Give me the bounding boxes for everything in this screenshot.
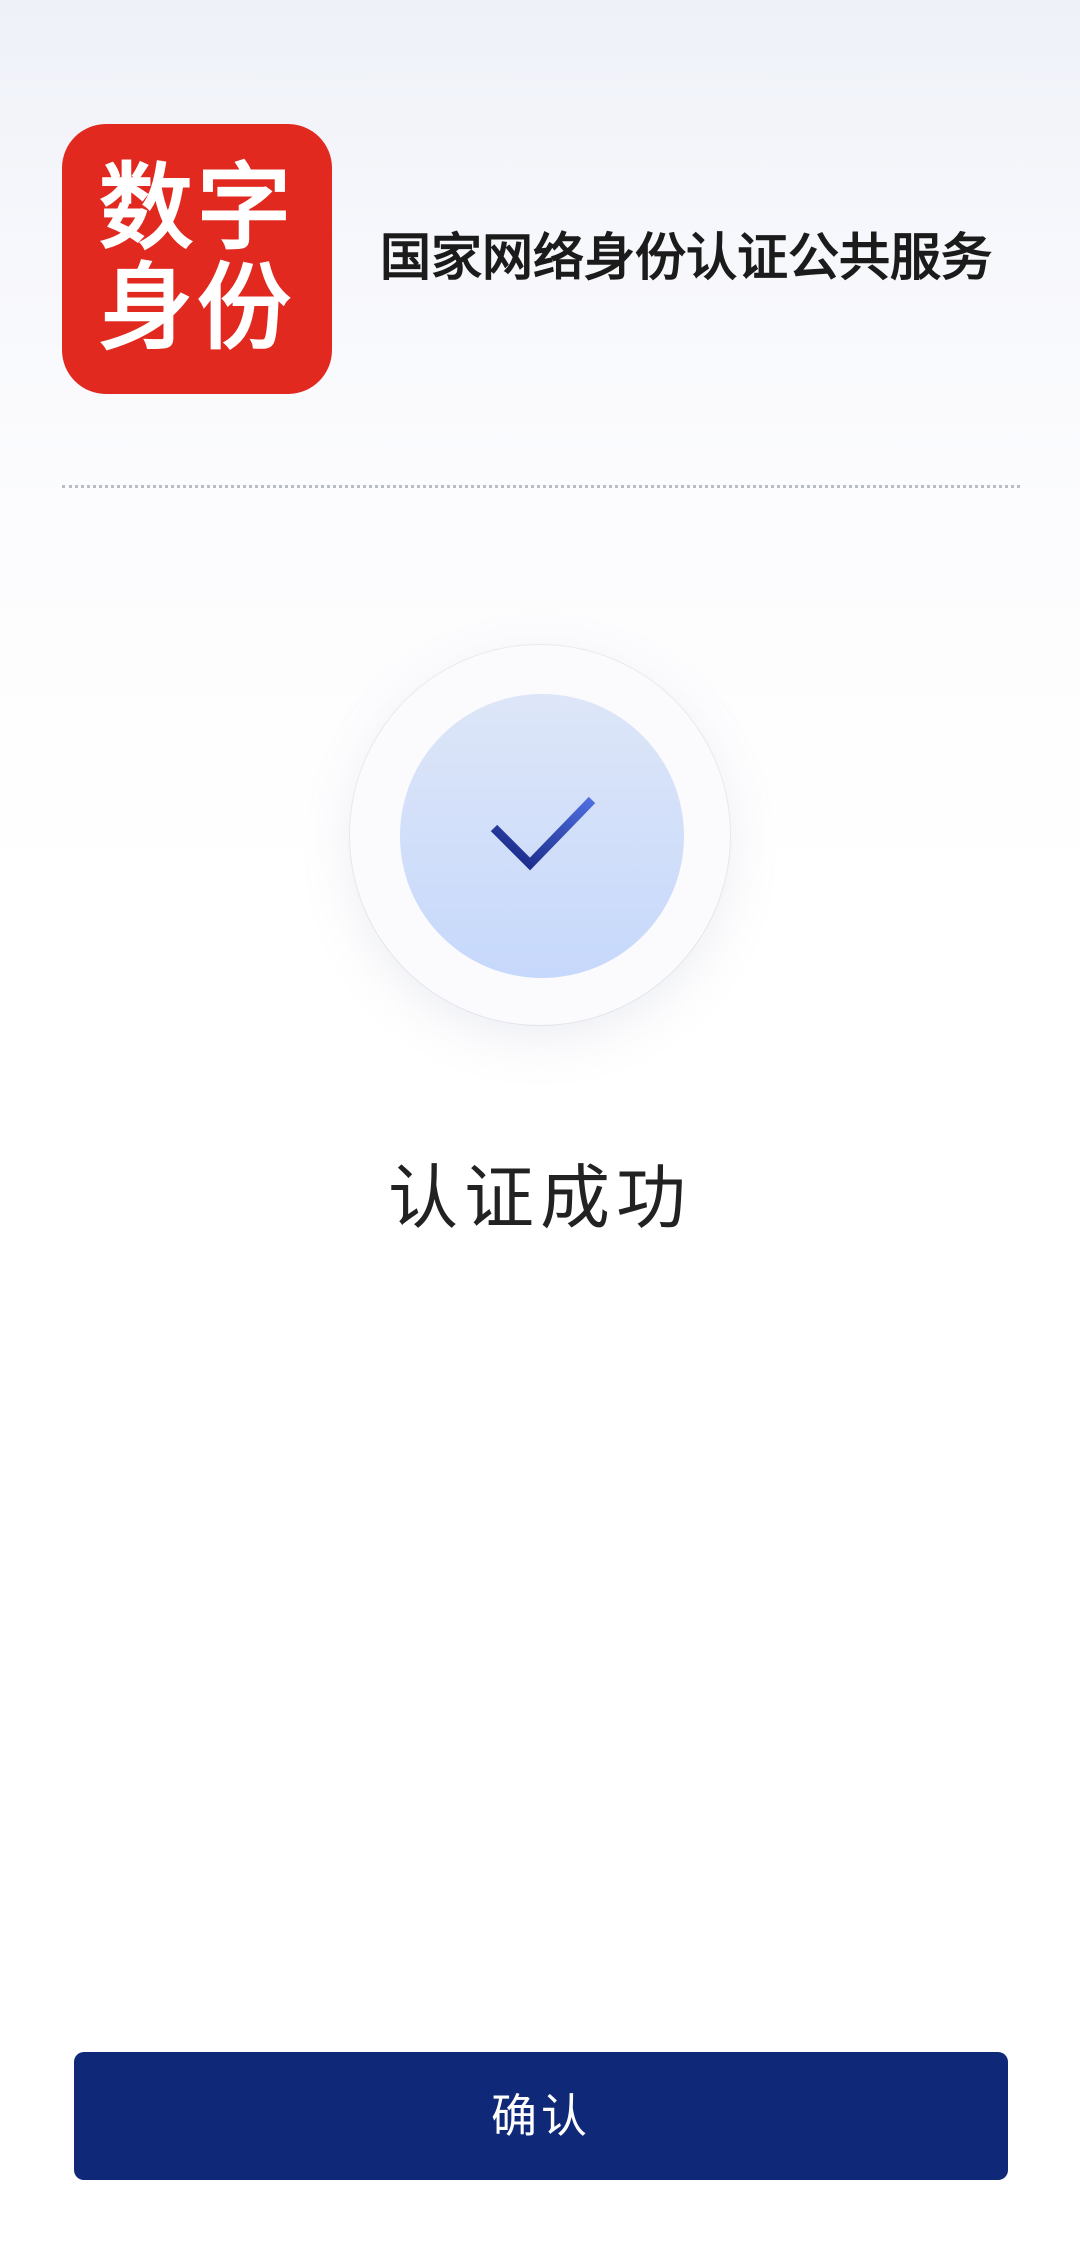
dotted-divider (62, 485, 1020, 488)
auth-status-text: 认证成功 (388, 1157, 692, 1239)
logo-text-line-2: 身份 (98, 253, 295, 363)
confirm-button[interactable]: 确认 (74, 2052, 1008, 2180)
checkmark-icon (490, 796, 596, 871)
logo-text-line-1: 数字 (98, 153, 295, 263)
auth-success-page: { "header": { "logo": { "line1": "数字", "… (0, 0, 1080, 2256)
digital-identity-logo: 数字 身份 (62, 124, 332, 394)
service-title: 国家网络身份认证公共服务 (380, 228, 993, 288)
